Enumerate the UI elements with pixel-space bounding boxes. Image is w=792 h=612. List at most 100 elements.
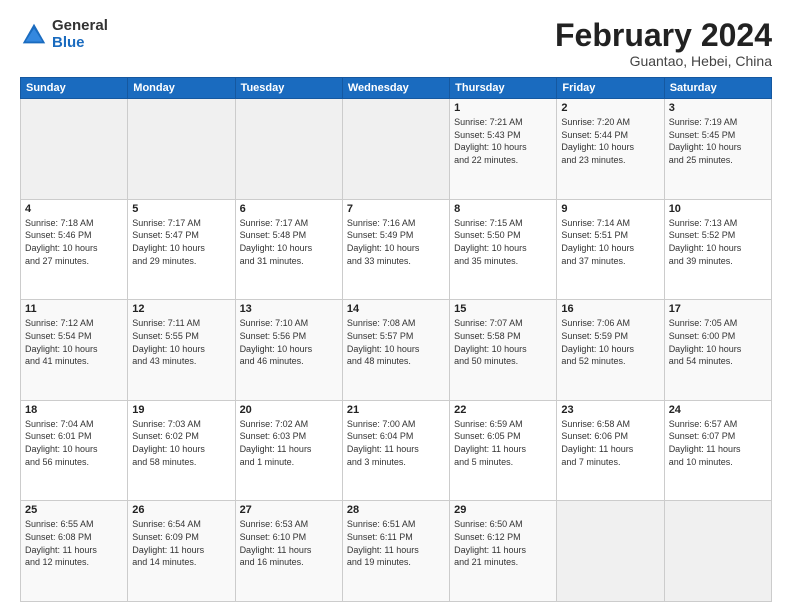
calendar-cell: 17 Sunrise: 7:05 AM Sunset: 6:00 PM Dayli… — [664, 300, 771, 401]
calendar-cell: 2 Sunrise: 7:20 AM Sunset: 5:44 PM Daylig… — [557, 99, 664, 200]
day-number: 2 — [561, 102, 659, 114]
day-number: 19 — [132, 404, 230, 416]
calendar-cell: 1Sunrise: 7:21 AM Sunset: 5:43 PM Daylig… — [450, 99, 557, 200]
day-info: Sunrise: 7:11 AM Sunset: 5:55 PM Dayligh… — [132, 317, 230, 367]
page: General Blue February 2024 Guantao, Hebe… — [0, 0, 792, 612]
day-number: 18 — [25, 404, 123, 416]
calendar-cell: 28Sunrise: 6:51 AM Sunset: 6:11 PM Dayli… — [342, 501, 449, 602]
calendar-cell: 25 Sunrise: 6:55 AM Sunset: 6:08 PM Dayli… — [21, 501, 128, 602]
day-number: 4 — [25, 203, 123, 215]
day-info: Sunrise: 7:20 AM Sunset: 5:44 PM Dayligh… — [561, 116, 659, 166]
day-number: 5 — [132, 203, 230, 215]
calendar-cell: 11 Sunrise: 7:12 AM Sunset: 5:54 PM Dayli… — [21, 300, 128, 401]
day-info: Sunrise: 7:07 AM Sunset: 5:58 PM Dayligh… — [454, 317, 552, 367]
day-info: Sunrise: 6:55 AM Sunset: 6:08 PM Dayligh… — [25, 518, 123, 568]
day-number: 9 — [561, 203, 659, 215]
calendar-cell — [128, 99, 235, 200]
calendar-week-row-2: 11 Sunrise: 7:12 AM Sunset: 5:54 PM Dayli… — [21, 300, 772, 401]
calendar-cell: 3Sunrise: 7:19 AM Sunset: 5:45 PM Daylig… — [664, 99, 771, 200]
header: General Blue February 2024 Guantao, Hebe… — [20, 18, 772, 69]
col-wednesday: Wednesday — [342, 78, 449, 99]
day-info: Sunrise: 6:59 AM Sunset: 6:05 PM Dayligh… — [454, 418, 552, 468]
calendar-cell: 10 Sunrise: 7:13 AM Sunset: 5:52 PM Dayli… — [664, 199, 771, 300]
day-info: Sunrise: 6:57 AM Sunset: 6:07 PM Dayligh… — [669, 418, 767, 468]
col-monday: Monday — [128, 78, 235, 99]
day-info: Sunrise: 6:58 AM Sunset: 6:06 PM Dayligh… — [561, 418, 659, 468]
day-number: 6 — [240, 203, 338, 215]
day-number: 20 — [240, 404, 338, 416]
calendar-cell — [342, 99, 449, 200]
day-number: 8 — [454, 203, 552, 215]
day-number: 1 — [454, 102, 552, 114]
calendar-week-row-3: 18 Sunrise: 7:04 AM Sunset: 6:01 PM Dayli… — [21, 400, 772, 501]
day-number: 17 — [669, 303, 767, 315]
col-tuesday: Tuesday — [235, 78, 342, 99]
calendar-cell: 24 Sunrise: 6:57 AM Sunset: 6:07 PM Dayli… — [664, 400, 771, 501]
logo-blue: Blue — [52, 35, 108, 52]
calendar-cell: 21 Sunrise: 7:00 AM Sunset: 6:04 PM Dayli… — [342, 400, 449, 501]
calendar-table: Sunday Monday Tuesday Wednesday Thursday… — [20, 77, 772, 602]
subtitle: Guantao, Hebei, China — [555, 53, 772, 69]
col-thursday: Thursday — [450, 78, 557, 99]
day-info: Sunrise: 7:15 AM Sunset: 5:50 PM Dayligh… — [454, 217, 552, 267]
day-number: 15 — [454, 303, 552, 315]
day-info: Sunrise: 7:18 AM Sunset: 5:46 PM Dayligh… — [25, 217, 123, 267]
day-info: Sunrise: 7:16 AM Sunset: 5:49 PM Dayligh… — [347, 217, 445, 267]
day-number: 10 — [669, 203, 767, 215]
calendar-cell — [664, 501, 771, 602]
day-info: Sunrise: 7:08 AM Sunset: 5:57 PM Dayligh… — [347, 317, 445, 367]
day-number: 12 — [132, 303, 230, 315]
col-saturday: Saturday — [664, 78, 771, 99]
calendar-cell: 26 Sunrise: 6:54 AM Sunset: 6:09 PM Dayli… — [128, 501, 235, 602]
day-info: Sunrise: 7:17 AM Sunset: 5:48 PM Dayligh… — [240, 217, 338, 267]
calendar-cell: 27 Sunrise: 6:53 AM Sunset: 6:10 PM Dayli… — [235, 501, 342, 602]
day-number: 14 — [347, 303, 445, 315]
calendar-cell: 9 Sunrise: 7:14 AM Sunset: 5:51 PM Daylig… — [557, 199, 664, 300]
day-number: 22 — [454, 404, 552, 416]
day-info: Sunrise: 6:54 AM Sunset: 6:09 PM Dayligh… — [132, 518, 230, 568]
day-info: Sunrise: 7:00 AM Sunset: 6:04 PM Dayligh… — [347, 418, 445, 468]
logo-text: General Blue — [52, 18, 108, 51]
day-info: Sunrise: 6:50 AM Sunset: 6:12 PM Dayligh… — [454, 518, 552, 568]
calendar-cell: 22 Sunrise: 6:59 AM Sunset: 6:05 PM Dayli… — [450, 400, 557, 501]
calendar-cell: 19 Sunrise: 7:03 AM Sunset: 6:02 PM Dayli… — [128, 400, 235, 501]
day-info: Sunrise: 6:53 AM Sunset: 6:10 PM Dayligh… — [240, 518, 338, 568]
logo-icon — [20, 21, 48, 49]
calendar-cell: 8 Sunrise: 7:15 AM Sunset: 5:50 PM Daylig… — [450, 199, 557, 300]
day-info: Sunrise: 7:14 AM Sunset: 5:51 PM Dayligh… — [561, 217, 659, 267]
day-info: Sunrise: 7:13 AM Sunset: 5:52 PM Dayligh… — [669, 217, 767, 267]
day-info: Sunrise: 7:03 AM Sunset: 6:02 PM Dayligh… — [132, 418, 230, 468]
day-number: 26 — [132, 504, 230, 516]
day-number: 23 — [561, 404, 659, 416]
calendar-cell: 13Sunrise: 7:10 AM Sunset: 5:56 PM Dayli… — [235, 300, 342, 401]
calendar-cell: 20 Sunrise: 7:02 AM Sunset: 6:03 PM Dayli… — [235, 400, 342, 501]
day-number: 28 — [347, 504, 445, 516]
calendar-cell: 16Sunrise: 7:06 AM Sunset: 5:59 PM Dayli… — [557, 300, 664, 401]
calendar-header-row: Sunday Monday Tuesday Wednesday Thursday… — [21, 78, 772, 99]
calendar-cell: 7 Sunrise: 7:16 AM Sunset: 5:49 PM Daylig… — [342, 199, 449, 300]
calendar-cell: 4 Sunrise: 7:18 AM Sunset: 5:46 PM Daylig… — [21, 199, 128, 300]
day-number: 11 — [25, 303, 123, 315]
day-info: Sunrise: 7:04 AM Sunset: 6:01 PM Dayligh… — [25, 418, 123, 468]
calendar-cell: 23 Sunrise: 6:58 AM Sunset: 6:06 PM Dayli… — [557, 400, 664, 501]
calendar-cell: 14 Sunrise: 7:08 AM Sunset: 5:57 PM Dayli… — [342, 300, 449, 401]
calendar-cell: 18 Sunrise: 7:04 AM Sunset: 6:01 PM Dayli… — [21, 400, 128, 501]
calendar-cell: 29 Sunrise: 6:50 AM Sunset: 6:12 PM Dayli… — [450, 501, 557, 602]
day-number: 21 — [347, 404, 445, 416]
day-number: 24 — [669, 404, 767, 416]
day-number: 29 — [454, 504, 552, 516]
calendar-week-row-0: 1Sunrise: 7:21 AM Sunset: 5:43 PM Daylig… — [21, 99, 772, 200]
day-number: 27 — [240, 504, 338, 516]
main-title: February 2024 — [555, 18, 772, 53]
calendar-cell: 15 Sunrise: 7:07 AM Sunset: 5:58 PM Dayli… — [450, 300, 557, 401]
logo: General Blue — [20, 18, 108, 51]
day-info: Sunrise: 7:06 AM Sunset: 5:59 PM Dayligh… — [561, 317, 659, 367]
day-info: Sunrise: 7:12 AM Sunset: 5:54 PM Dayligh… — [25, 317, 123, 367]
day-number: 13 — [240, 303, 338, 315]
day-info: Sunrise: 7:02 AM Sunset: 6:03 PM Dayligh… — [240, 418, 338, 468]
day-number: 25 — [25, 504, 123, 516]
day-info: Sunrise: 7:05 AM Sunset: 6:00 PM Dayligh… — [669, 317, 767, 367]
day-number: 7 — [347, 203, 445, 215]
calendar-week-row-1: 4 Sunrise: 7:18 AM Sunset: 5:46 PM Daylig… — [21, 199, 772, 300]
calendar-cell — [21, 99, 128, 200]
